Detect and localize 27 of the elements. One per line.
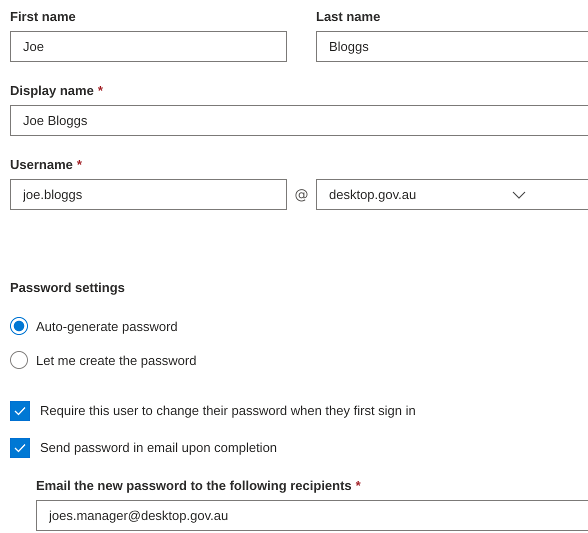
radio-button[interactable]	[10, 351, 28, 369]
field-label: Last name	[316, 9, 380, 24]
checkbox-label: Send password in email upon completion	[40, 440, 278, 455]
required-mark: *	[76, 157, 82, 172]
checkbox-label: Require this user to change their password when they first sign in	[40, 403, 416, 418]
input-field[interactable]: joes.manager@desktop.gov.au	[36, 500, 588, 531]
at-sign: @	[294, 186, 310, 202]
input-field[interactable]: Bloggs	[316, 31, 588, 62]
checkbox[interactable]	[10, 438, 30, 458]
checkbox[interactable]	[10, 400, 30, 420]
radio-button[interactable]	[10, 317, 28, 335]
field-label: First name	[10, 9, 76, 24]
input-field[interactable]: joe.bloggs	[10, 179, 287, 210]
required-mark: *	[356, 478, 361, 493]
checkmark-icon	[14, 442, 26, 452]
checkmark-icon	[14, 406, 26, 416]
chevron-down-icon	[512, 190, 526, 198]
field-label: Display name	[10, 83, 94, 98]
section-heading: Password settings	[10, 280, 126, 295]
radio-label: Auto-generate password	[36, 318, 178, 334]
radio-label: Let me create the password	[36, 352, 196, 368]
required-mark: *	[98, 83, 103, 98]
field-label: Email the new password to the following recipients	[36, 478, 352, 493]
input-field[interactable]: Joe	[10, 31, 287, 62]
field-label: Username	[10, 157, 73, 172]
domain-dropdown[interactable]: desktop.gov.au	[316, 179, 588, 210]
input-field[interactable]: Joe Bloggs	[10, 105, 588, 136]
